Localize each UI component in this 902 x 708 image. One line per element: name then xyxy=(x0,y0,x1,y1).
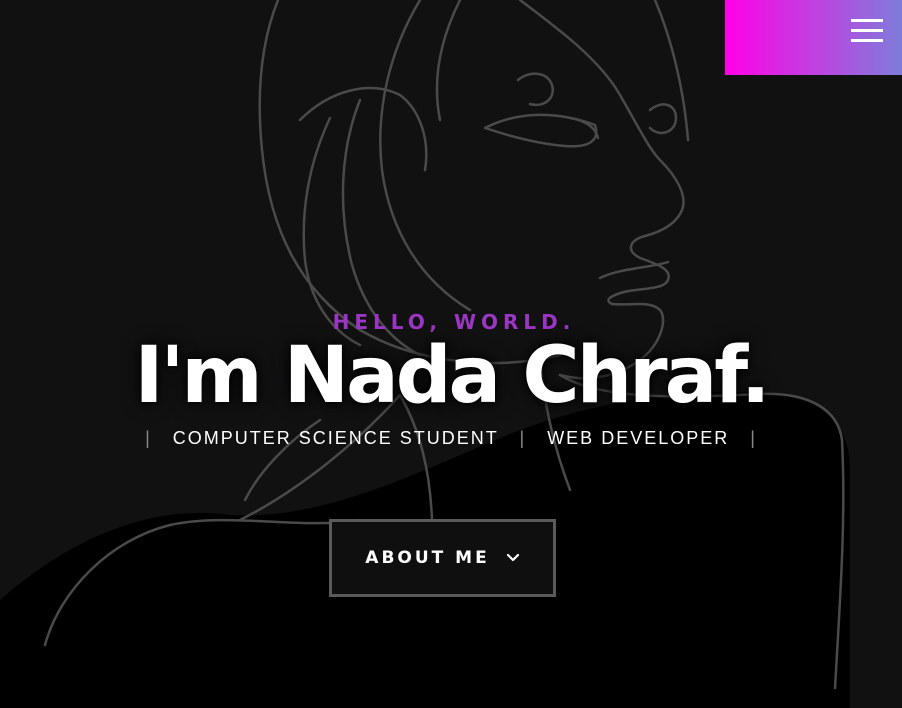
hamburger-icon xyxy=(851,19,883,43)
chevron-down-icon xyxy=(506,553,519,562)
about-me-button[interactable]: ABOUT ME xyxy=(329,519,556,597)
role-computer-science-student: COMPUTER SCIENCE STUDENT xyxy=(172,428,499,448)
hero-section: HELLO, WORLD. I'm Nada Chraf. | COMPUTER… xyxy=(0,0,902,708)
roles-line: | COMPUTER SCIENCE STUDENT | WEB DEVELOP… xyxy=(0,426,902,450)
menu-button[interactable] xyxy=(725,0,902,75)
hero-name: I'm Nada Chraf. xyxy=(134,331,770,421)
role-separator: | xyxy=(519,428,527,448)
role-separator: | xyxy=(750,428,757,448)
role-separator: | xyxy=(145,428,152,448)
intro-block: HELLO, WORLD. I'm Nada Chraf. | COMPUTER… xyxy=(0,308,902,450)
about-me-label: ABOUT ME xyxy=(365,548,490,568)
role-web-developer: WEB DEVELOPER xyxy=(547,428,730,448)
